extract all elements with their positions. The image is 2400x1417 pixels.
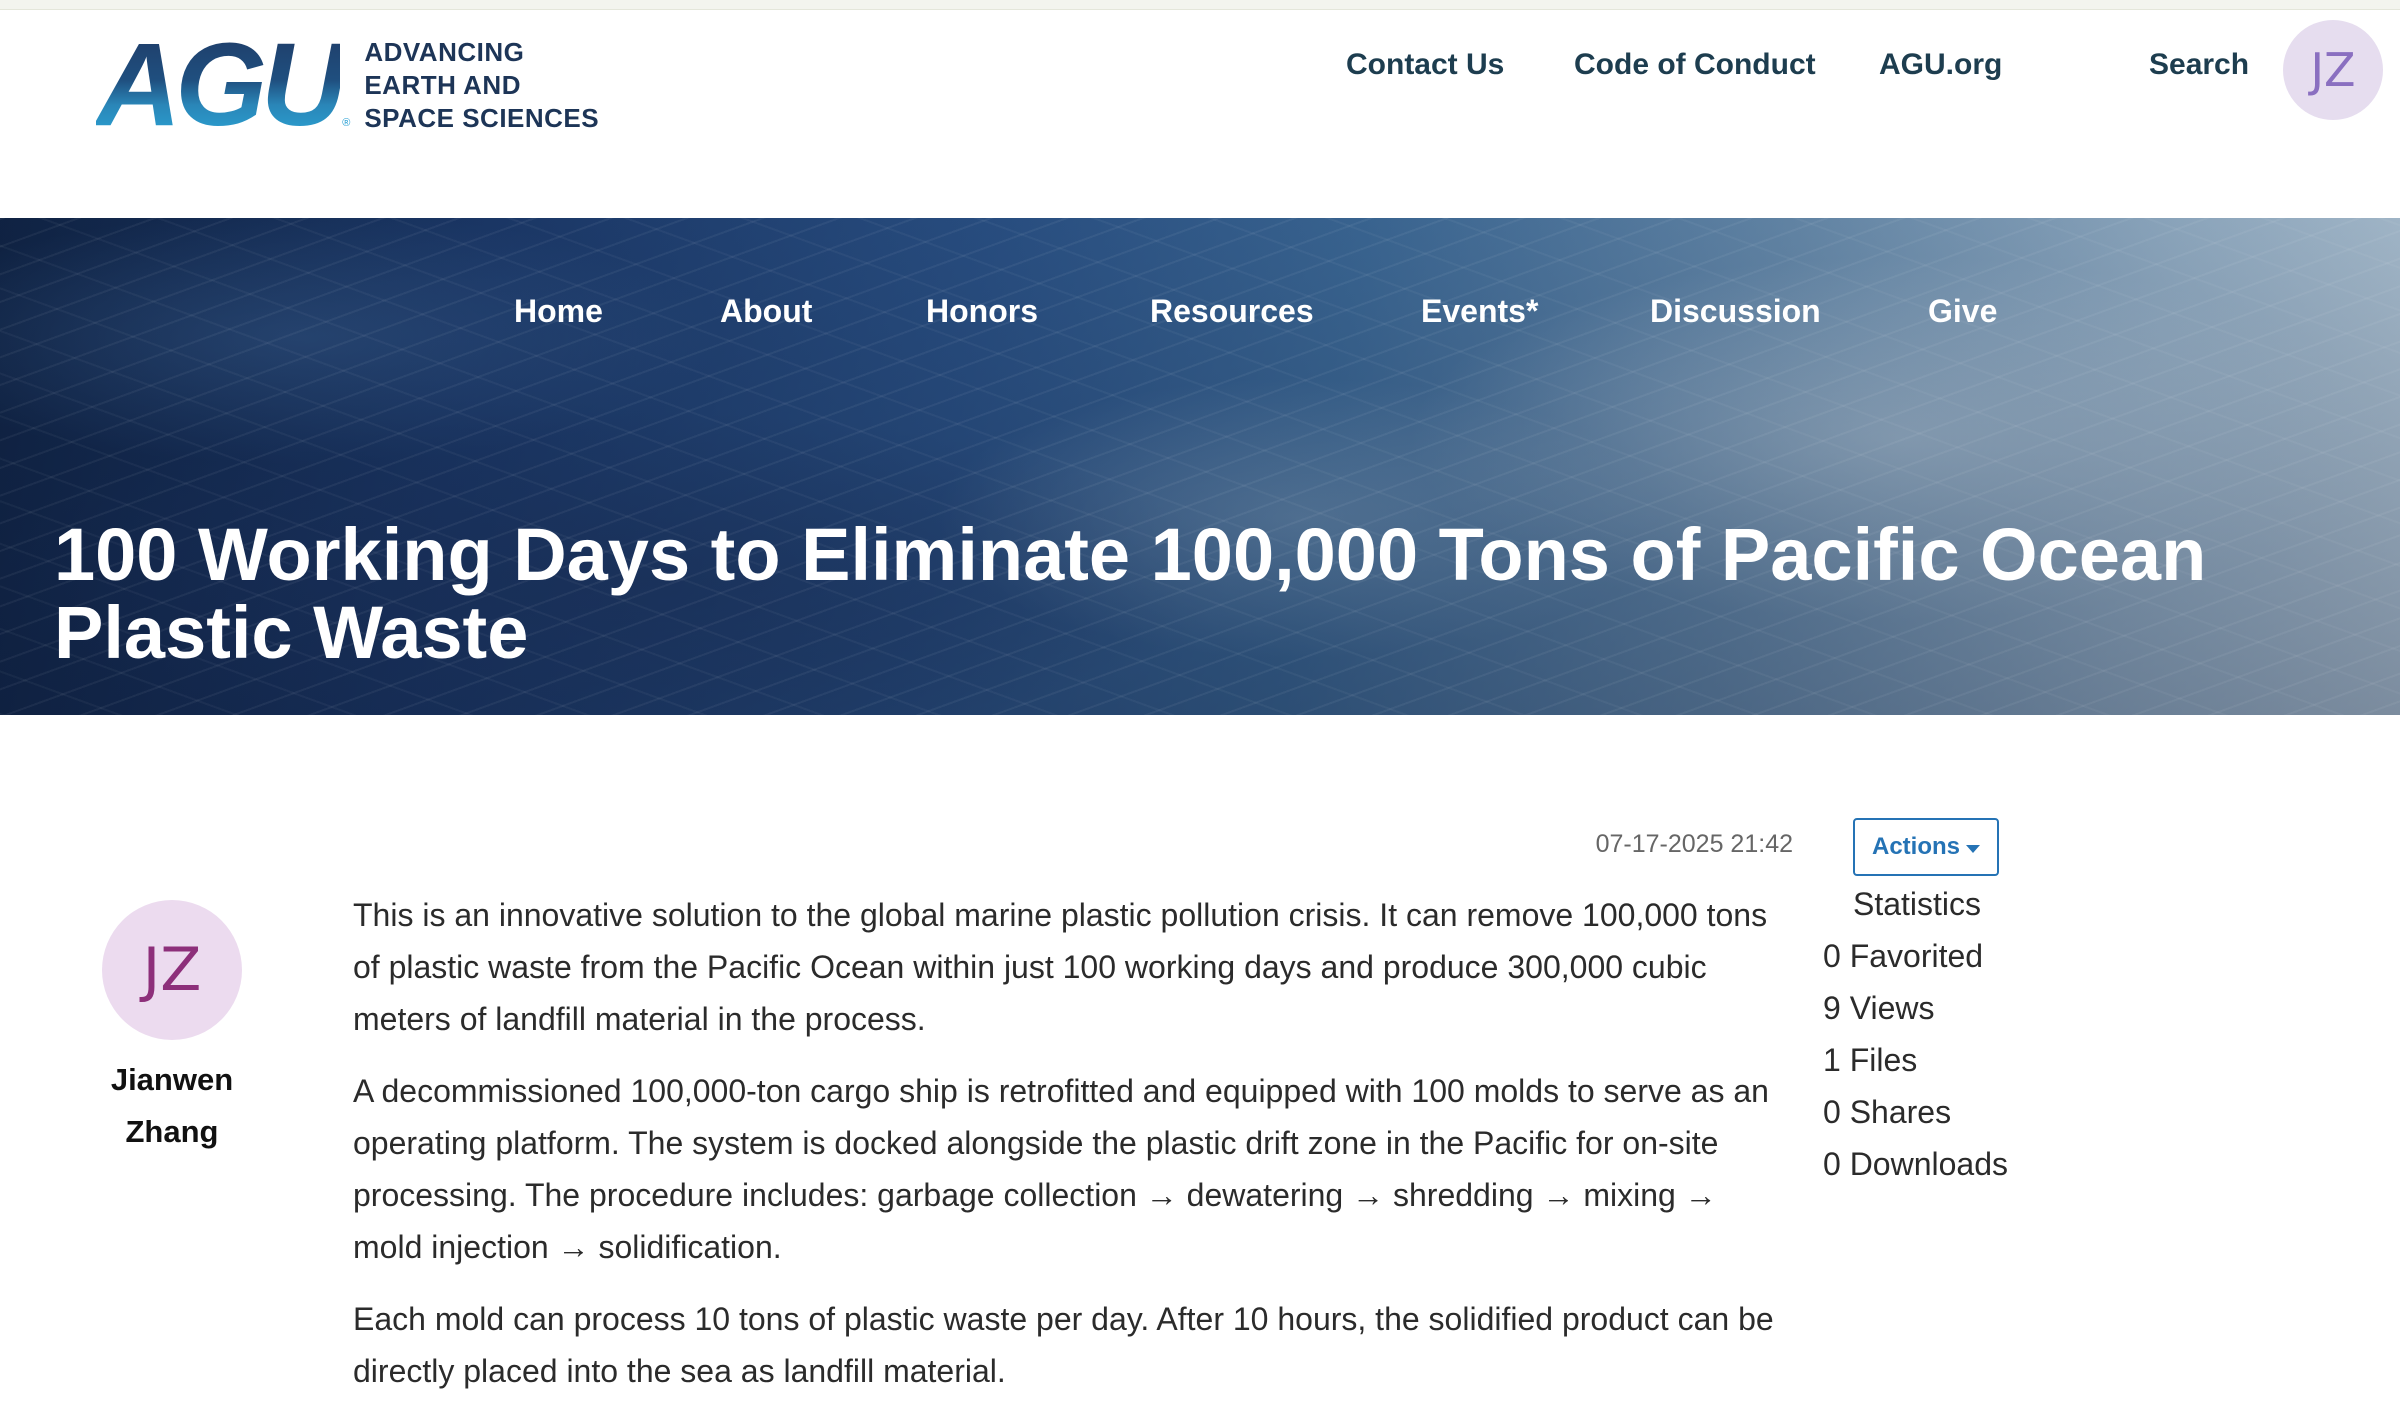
statistics-heading: Statistics	[1853, 886, 1982, 922]
contact-us-link[interactable]: Contact Us	[1346, 45, 1504, 85]
actions-label: Actions	[1871, 833, 1960, 860]
code-of-conduct-link[interactable]: Code of Conduct	[1574, 45, 1816, 85]
agu-logo-mark: AGU ®	[96, 19, 351, 151]
nav-item-give[interactable]: Give	[1928, 286, 1997, 336]
author-avatar[interactable]: JZ	[102, 900, 242, 1040]
stat-downloads: 0 Downloads	[1823, 1146, 2008, 1182]
agu-logo[interactable]: AGU ® ADVANCING EARTH AND SPACE SCIENCES	[96, 19, 599, 151]
nav-item-discussion[interactable]: Discussion	[1650, 286, 1821, 336]
page-title: 100 Working Days to Eliminate 100,000 To…	[54, 513, 2207, 674]
stat-files: 1 Files	[1823, 1042, 1918, 1078]
user-avatar[interactable]: JZ	[2283, 20, 2383, 120]
tagline-line: SPACE SCIENCES	[364, 102, 600, 133]
caret-down-icon	[1966, 844, 1980, 853]
nav-item-honors[interactable]: Honors	[926, 286, 1038, 336]
actions-dropdown-button[interactable]: Actions	[1853, 818, 1999, 876]
stat-favorited: 0 Favorited	[1823, 938, 1984, 974]
agu-org-link[interactable]: AGU.org	[1879, 45, 2002, 85]
statistics-list: 0 Favorited 9 Views 1 Files 0 Shares 0 D…	[1823, 930, 2008, 1190]
author-name-link[interactable]: Jianwen Zhang	[72, 1054, 272, 1158]
nav-item-home[interactable]: Home	[514, 286, 603, 336]
stat-shares: 0 Shares	[1823, 1094, 1952, 1130]
hero-banner: Home About Honors Resources Events* Disc…	[0, 218, 2400, 715]
nav-item-events[interactable]: Events*	[1421, 286, 1538, 336]
post-paragraph: A decommissioned 100,000-ton cargo ship …	[353, 1073, 1769, 1265]
post-paragraph: Each mold can process 10 tons of plastic…	[353, 1301, 1774, 1389]
main-nav: Home About Honors Resources Events* Disc…	[0, 286, 2400, 336]
tagline-line: EARTH AND	[364, 69, 521, 100]
search-link[interactable]: Search	[2149, 45, 2249, 85]
stat-views: 9 Views	[1823, 990, 1935, 1026]
logo-tagline: ADVANCING EARTH AND SPACE SCIENCES	[364, 36, 599, 135]
post-paragraph: This is an innovative solution to the gl…	[353, 897, 1768, 1037]
post-timestamp: 07-17-2025 21:42	[1595, 830, 1793, 858]
tagline-line: ADVANCING	[364, 36, 525, 67]
nav-item-resources[interactable]: Resources	[1150, 286, 1314, 336]
registered-mark: ®	[342, 117, 351, 129]
top-accent-bar	[0, 0, 2400, 10]
post-body: This is an innovative solution to the gl…	[353, 889, 1793, 1417]
logo-letters: AGU	[96, 19, 346, 151]
nav-item-about[interactable]: About	[720, 286, 812, 336]
